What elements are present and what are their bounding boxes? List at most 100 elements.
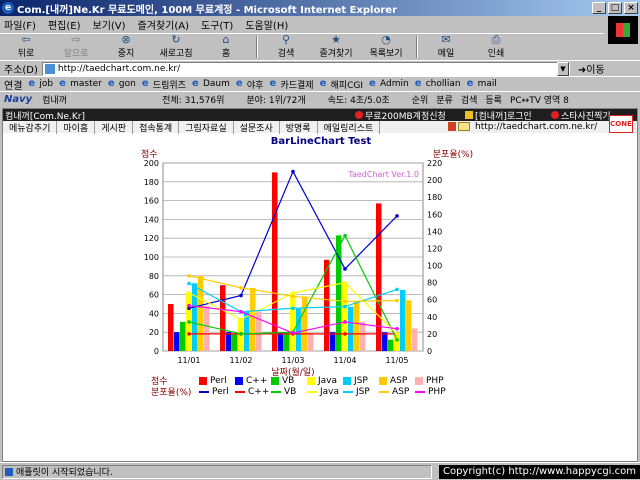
search-button[interactable]: ⚲ 검색	[266, 34, 306, 60]
star-photo-link[interactable]: 스타사진찍기	[561, 109, 611, 122]
legend-label: ASP	[392, 386, 410, 397]
tab-guestbook[interactable]: 방명록	[280, 120, 318, 134]
site-top-strip: 컴내꺼[Com.Ne.Kr] 무료200MB계정신청 [컴내꺼]로그인 스타사진…	[3, 109, 637, 122]
legend-bar-item: PHP	[415, 376, 451, 386]
line-point	[395, 338, 399, 342]
home-icon[interactable]	[448, 122, 456, 131]
bar-php	[256, 311, 262, 351]
legend-label: C++	[246, 375, 268, 386]
menu-file[interactable]: 파일(F)	[4, 17, 36, 32]
history-button[interactable]: ◔ 목록보기	[366, 34, 406, 60]
ie-icon: e	[2, 2, 14, 14]
chart-subtitle: TaedChart Ver.1.0	[347, 170, 419, 179]
legend-bar-item: Java	[307, 376, 343, 386]
navy-total-rank: 전체: 31,576위	[162, 96, 225, 106]
mail-icon[interactable]	[458, 122, 470, 131]
link-item[interactable]: e master	[59, 79, 102, 90]
tab-myhome[interactable]: 마이홈	[57, 120, 96, 134]
link-item[interactable]: e 카드결제	[269, 78, 313, 91]
tab-gallery[interactable]: 그림자료실	[179, 120, 234, 134]
y-right-tick-label: 180	[427, 193, 442, 202]
y-right-tick-label: 220	[427, 159, 442, 168]
legend-label: VB	[282, 375, 295, 386]
line-point	[187, 281, 191, 286]
go-button[interactable]: ➜이동	[578, 61, 605, 76]
y-left-tick-label: 200	[144, 159, 159, 168]
navy-logo[interactable]: Navy	[4, 94, 32, 105]
chart-legend: 점수 Perl C++ VB Java JSP ASP PHP 분포율(%) Perl C++…	[151, 375, 451, 399]
browser-window: e Com.[내꺼]Ne.Kr 무료도메인, 100M 무료계정 - Micro…	[0, 0, 640, 480]
back-button[interactable]: ⇦ 뒤로	[6, 34, 46, 60]
tab-hide-menu[interactable]: 메뉴감추기	[3, 120, 58, 134]
ie-page-icon: e	[28, 78, 36, 89]
menu-tools[interactable]: 도구(T)	[201, 17, 233, 32]
tab-board[interactable]: 게시판	[95, 120, 134, 134]
menu-edit[interactable]: 편집(E)	[48, 17, 81, 32]
navy-pctv-button[interactable]: PC↔TV 영역 8	[510, 93, 569, 106]
navy-field-rank: 분야: 1위/72개	[246, 96, 306, 106]
bar-perl	[168, 304, 174, 351]
favorites-button[interactable]: ★ 즐겨찾기	[316, 34, 356, 60]
bar-vb	[232, 334, 238, 351]
link-item[interactable]: e mail	[467, 79, 497, 90]
y-right-tick-label: 200	[427, 176, 442, 185]
y-left-tick-label: 40	[149, 309, 159, 318]
line-point	[291, 306, 295, 311]
refresh-button[interactable]: ↻ 새로고침	[156, 34, 196, 60]
bar-vb	[388, 339, 394, 351]
x-tick-label: 11/05	[385, 356, 408, 365]
y-right-tick-label: 60	[427, 296, 437, 305]
link-item[interactable]: e job	[28, 78, 53, 90]
close-button[interactable]: ×	[624, 2, 638, 14]
forward-button[interactable]: ⇨ 앞으로	[56, 34, 96, 60]
line-point	[187, 291, 191, 295]
bar-c	[226, 332, 232, 351]
link-item[interactable]: e chollian	[415, 79, 461, 90]
link-item[interactable]: e 야후	[236, 78, 264, 91]
legend-label: PHP	[428, 386, 446, 397]
line-point	[291, 169, 295, 174]
link-item[interactable]: e gon	[108, 79, 136, 90]
navy-category-button[interactable]: 분류	[436, 93, 453, 106]
navy-toolbar: Navy 컴내꺼 전체: 31,576위 분야: 1위/72개 속도: 4초/5…	[0, 91, 640, 107]
y-right-tick-label: 0	[427, 347, 432, 356]
stop-button[interactable]: ⊗ 중지	[106, 34, 146, 60]
login-icon	[465, 111, 473, 119]
navy-rank-button[interactable]: 순위	[412, 93, 429, 106]
y-right-tick-label: 120	[427, 244, 442, 253]
x-tick-label: 11/04	[333, 356, 356, 365]
menu-help[interactable]: 도움말(H)	[245, 17, 288, 32]
legend-label: Java	[318, 375, 338, 386]
legend-line-swatch	[307, 390, 317, 393]
line-point	[187, 274, 191, 278]
print-button[interactable]: ⎙ 인쇄	[476, 34, 516, 60]
address-label: 주소(D)	[4, 65, 38, 76]
line-point	[395, 214, 399, 218]
minimize-button[interactable]: _	[592, 2, 606, 14]
windows-logo-icon	[608, 16, 638, 44]
legend-line-swatch	[235, 390, 245, 393]
home-button[interactable]: ⌂ 홈	[206, 34, 246, 60]
status-bar: 애플릿이 시작되었습니다. Copyright(c) http://www.ha…	[0, 462, 640, 480]
login-link[interactable]: [컴내꺼]로그인	[475, 109, 532, 122]
address-input[interactable]	[57, 63, 557, 74]
navy-register-button[interactable]: 등록	[485, 93, 502, 106]
menu-favorites[interactable]: 즐겨찾기(A)	[138, 17, 189, 32]
links-label: 연결	[4, 80, 23, 92]
y-right-tick-label: 40	[427, 313, 437, 322]
mail-button[interactable]: ✉ 메일	[426, 34, 466, 60]
tab-stats[interactable]: 접속통계	[133, 120, 180, 134]
tab-survey[interactable]: 설문조사	[234, 120, 280, 134]
navy-search-button[interactable]: 검색	[461, 93, 478, 106]
menu-view[interactable]: 보기(V)	[93, 17, 126, 32]
site-url[interactable]: http://taedchart.com.ne.kr/	[475, 122, 597, 132]
legend-label: VB	[284, 386, 297, 397]
maximize-button[interactable]: □	[608, 2, 622, 14]
link-item[interactable]: e 드림위즈	[142, 78, 186, 91]
tab-mailing[interactable]: 메일링리스트	[318, 120, 381, 134]
link-item[interactable]: e 해피CGI	[320, 78, 363, 91]
legend-line-swatch	[415, 390, 425, 393]
link-item[interactable]: e Daum	[192, 79, 230, 90]
link-item[interactable]: e Admin	[369, 79, 409, 90]
address-dropdown-button[interactable]: ▼	[556, 61, 569, 76]
